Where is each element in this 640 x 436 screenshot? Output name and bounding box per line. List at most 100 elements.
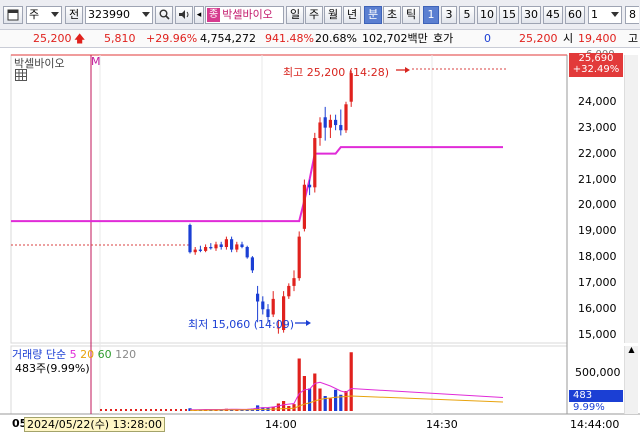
prev-stock-button[interactable]: ◂ bbox=[194, 6, 204, 24]
candle bbox=[318, 117, 322, 146]
low-annotation: 최저 15,060 (14:09) bbox=[188, 318, 295, 331]
period-tick[interactable]: 틱 bbox=[402, 6, 420, 24]
price-change: 5,810 bbox=[104, 32, 136, 45]
turnover-rate: 20.68% bbox=[315, 32, 357, 45]
volume-bar bbox=[328, 398, 332, 411]
candle bbox=[235, 241, 239, 253]
interval-15[interactable]: 15 bbox=[499, 6, 519, 24]
candle bbox=[204, 244, 208, 253]
trade-amount: 102,702백만 bbox=[362, 32, 428, 45]
volume-bar bbox=[140, 409, 142, 411]
volume-bar bbox=[349, 352, 353, 411]
volume-bar bbox=[155, 409, 157, 411]
candle bbox=[297, 231, 301, 281]
time-tick-1400: 14:00 bbox=[265, 418, 297, 431]
candle bbox=[198, 245, 202, 253]
price-scrollbar[interactable] bbox=[624, 55, 638, 343]
candle bbox=[339, 109, 343, 136]
volume-bar bbox=[185, 409, 187, 411]
volume-bar bbox=[100, 409, 102, 411]
window-menu-icon[interactable] bbox=[3, 6, 23, 24]
volume-ma-60: 60 bbox=[97, 348, 112, 361]
volume-bar bbox=[180, 409, 182, 411]
multiplier-select[interactable]: 1 bbox=[588, 6, 622, 24]
interval-10[interactable]: 10 bbox=[477, 6, 497, 24]
stock-name: 박셀바이오 bbox=[222, 8, 273, 21]
market-select[interactable]: 주 bbox=[26, 6, 62, 24]
candle bbox=[230, 236, 234, 253]
period-month[interactable]: 월 bbox=[324, 6, 342, 24]
volume-bar bbox=[165, 409, 167, 411]
search-button[interactable] bbox=[155, 6, 173, 24]
speaker-icon bbox=[179, 10, 189, 19]
interval-60[interactable]: 60 bbox=[565, 6, 585, 24]
price-tick: 20,000 bbox=[578, 198, 617, 212]
crosshair-date-box: 2024/05/22(수) 13:28:00 bbox=[24, 417, 166, 432]
interval-45[interactable]: 45 bbox=[543, 6, 563, 24]
candle bbox=[193, 247, 197, 255]
chart-area[interactable]: 박셀바이오 M 최고 25,200 (14:28) 최저 15,060 (14:… bbox=[0, 48, 640, 436]
table-grid-icon[interactable] bbox=[15, 69, 27, 81]
candles-layer bbox=[188, 70, 353, 334]
up-arrow-icon: 🡅 bbox=[74, 32, 86, 45]
volume-info: 483주(9.99%) bbox=[15, 362, 90, 375]
volume-bar bbox=[120, 409, 122, 411]
stock-code-input[interactable]: 323990 bbox=[85, 6, 153, 24]
sound-button[interactable] bbox=[175, 6, 193, 24]
candle bbox=[287, 283, 291, 299]
stock-code-value: 323990 bbox=[88, 8, 130, 21]
price-tick: 15,000 bbox=[578, 328, 617, 342]
price-panel-border bbox=[10, 54, 568, 344]
market-select-value: 주 bbox=[29, 8, 40, 21]
candle bbox=[245, 245, 249, 259]
volume-bar bbox=[125, 409, 127, 411]
candle bbox=[344, 101, 348, 133]
search-icon bbox=[159, 9, 170, 20]
high-label: 고 bbox=[628, 32, 639, 45]
moving-average-layer bbox=[11, 146, 503, 223]
volume-bar bbox=[130, 409, 132, 411]
price-tick: 21,000 bbox=[578, 172, 617, 186]
price-tick: 22,000 bbox=[578, 146, 617, 160]
volume-bar bbox=[150, 409, 152, 411]
chart-type-button[interactable]: 전 bbox=[65, 6, 83, 24]
volume-bar bbox=[105, 409, 107, 411]
volume-bar bbox=[175, 409, 177, 411]
moving-average-line bbox=[11, 146, 503, 223]
interval-5[interactable]: 5 bbox=[459, 6, 475, 24]
candle bbox=[328, 114, 332, 139]
chart-legend-flag: M bbox=[91, 55, 101, 68]
candle bbox=[323, 106, 327, 141]
volume-bar bbox=[344, 391, 348, 411]
price-tick: 16,000 bbox=[578, 302, 617, 316]
volume-bar bbox=[115, 409, 117, 411]
extra-select[interactable]: 8 bbox=[625, 6, 639, 24]
interval-30[interactable]: 30 bbox=[521, 6, 541, 24]
interval-1[interactable]: 1 bbox=[423, 6, 439, 24]
chart-toolbar: 주 전 323990 ◂ 종 박셀바이오 일 주 월 년 분 초 틱 1 3 5 … bbox=[0, 0, 640, 30]
period-minute[interactable]: 분 bbox=[364, 6, 382, 24]
volume-ratio: 941.48% bbox=[265, 32, 314, 45]
hoga-price: 25,200 bbox=[519, 32, 558, 45]
current-price: 25,200 bbox=[33, 32, 72, 45]
period-week[interactable]: 주 bbox=[305, 6, 323, 24]
chevron-down-icon bbox=[611, 12, 619, 17]
window-icon bbox=[7, 9, 19, 21]
period-second[interactable]: 초 bbox=[383, 6, 401, 24]
scroll-up-icon[interactable]: ▲ bbox=[625, 345, 638, 354]
candle bbox=[214, 241, 218, 251]
candlestick-chart[interactable] bbox=[0, 48, 640, 436]
volume-scrollbar[interactable]: ▲ bbox=[624, 345, 638, 414]
volume-bar bbox=[297, 358, 301, 411]
price-tick: 19,000 bbox=[578, 224, 617, 238]
interval-3[interactable]: 3 bbox=[441, 6, 457, 24]
stock-name-box[interactable]: 종 박셀바이오 bbox=[205, 6, 284, 24]
volume-bars-layer bbox=[100, 352, 504, 411]
candle bbox=[224, 236, 228, 250]
volume-bar bbox=[276, 403, 280, 411]
volume-bar bbox=[170, 409, 172, 411]
period-year[interactable]: 년 bbox=[343, 6, 361, 24]
candle bbox=[250, 256, 254, 273]
period-day[interactable]: 일 bbox=[286, 6, 304, 24]
candle bbox=[209, 243, 213, 250]
